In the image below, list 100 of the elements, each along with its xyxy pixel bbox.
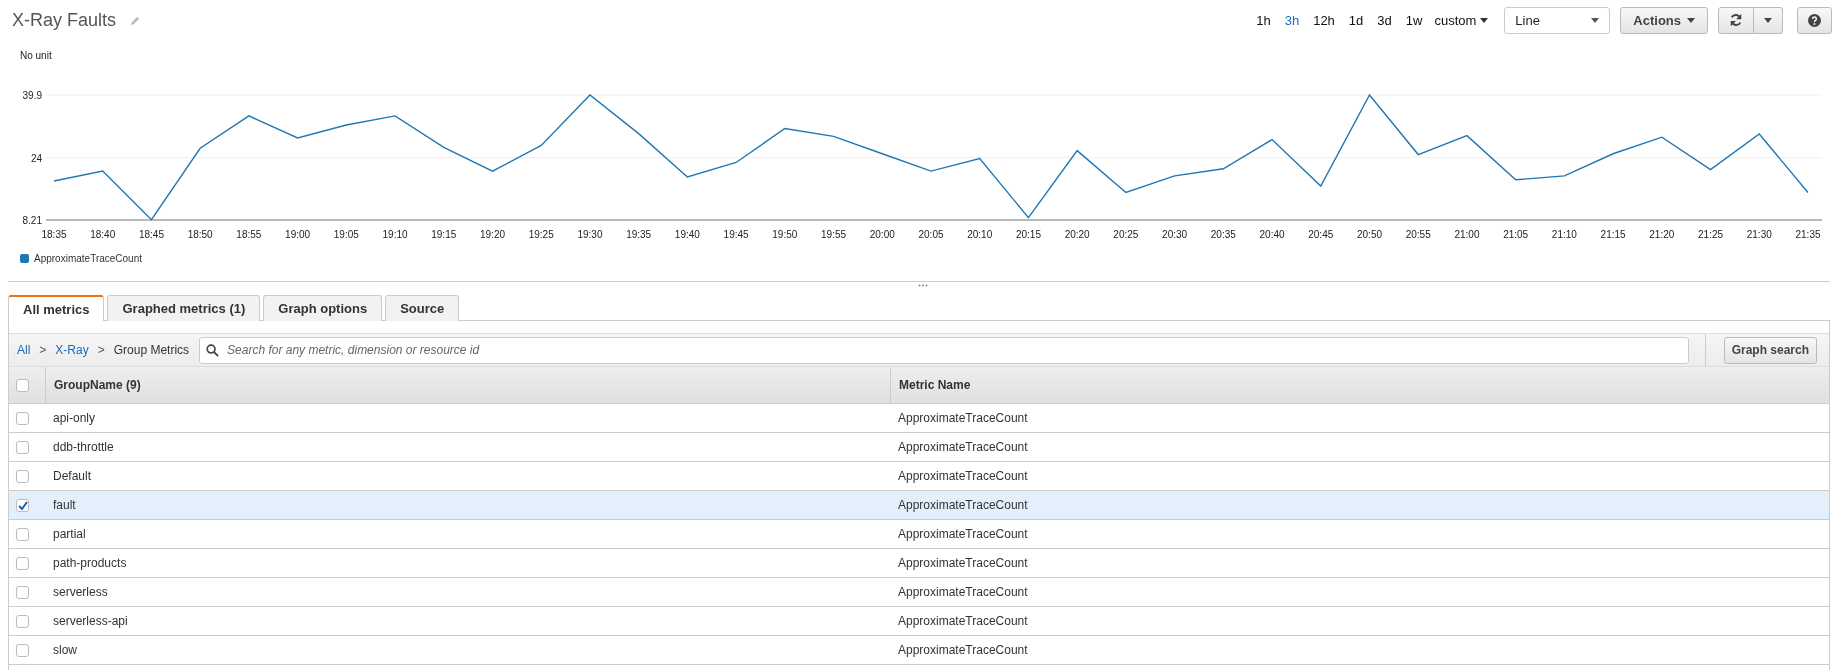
time-range-option[interactable]: 1d <box>1346 12 1366 28</box>
y-tick-label: 8.21 <box>22 215 42 226</box>
table-cell-text: api-only <box>52 411 97 425</box>
x-tick-label: 19:35 <box>626 229 652 240</box>
x-tick-label: 21:00 <box>1454 229 1480 240</box>
help-button[interactable] <box>1797 6 1832 34</box>
table-cell-text: ApproximateTraceCount <box>897 614 1029 628</box>
breadcrumb-separator: > <box>97 343 105 357</box>
table-cell-text: ApproximateTraceCount <box>897 556 1029 570</box>
caret-icon <box>1687 17 1695 23</box>
x-tick-label: 20:40 <box>1259 229 1285 240</box>
x-tick-label: 19:50 <box>772 229 798 240</box>
x-tick-label: 18:40 <box>90 229 116 240</box>
x-tick-label: 20:05 <box>918 229 944 240</box>
refresh-icon <box>1729 13 1743 27</box>
table-cell-text: fault <box>52 498 77 512</box>
table-cell-text: ApproximateTraceCount <box>897 643 1029 657</box>
x-tick-label: 21:35 <box>1795 229 1821 240</box>
help-icon <box>1808 13 1821 27</box>
table-cell-text: ApproximateTraceCount <box>897 498 1029 512</box>
row-checkbox[interactable] <box>16 469 29 483</box>
row-checkbox[interactable] <box>16 440 29 454</box>
x-tick-label: 19:10 <box>382 229 408 240</box>
column-header[interactable]: Metric Name <box>890 367 1829 403</box>
row-checkbox[interactable] <box>16 585 29 599</box>
x-tick-label: 19:45 <box>723 229 749 240</box>
breadcrumb-current: Group Metrics <box>113 343 190 357</box>
breadcrumb-separator: > <box>39 343 47 357</box>
row-checkbox[interactable] <box>16 411 29 425</box>
row-checkbox[interactable] <box>16 527 29 541</box>
time-range-option[interactable]: 1h <box>1254 12 1273 28</box>
column-header[interactable]: GroupName (9) <box>45 367 890 403</box>
x-tick-label: 19:25 <box>528 229 554 240</box>
table-cell-text: ddb-throttle <box>52 440 115 454</box>
row-checkbox[interactable] <box>16 643 29 657</box>
row-checkbox[interactable] <box>16 498 29 512</box>
actions-button[interactable]: Actions <box>1620 6 1708 34</box>
dashboard-title: X-Ray Faults <box>12 9 117 31</box>
graph-search-button[interactable]: Graph search <box>1723 336 1817 364</box>
y-tick-label: 24 <box>30 152 42 164</box>
tab[interactable]: Source <box>385 295 460 321</box>
x-tick-label: 20:10 <box>967 229 993 240</box>
unit-label: No unit <box>20 50 52 61</box>
x-tick-label: 20:25 <box>1113 229 1139 240</box>
tab[interactable]: All metrics <box>8 295 105 321</box>
custom-range-dropdown[interactable]: custom <box>1434 12 1489 28</box>
table-cell-text: ApproximateTraceCount <box>897 440 1029 454</box>
x-tick-label: 19:30 <box>577 229 603 240</box>
x-tick-label: 21:10 <box>1551 229 1577 240</box>
breadcrumb-link[interactable]: All <box>17 343 31 357</box>
time-range-option[interactable]: 3h <box>1282 12 1302 28</box>
row-checkbox[interactable] <box>16 614 29 628</box>
table-row[interactable]: fault ApproximateTraceCount <box>9 491 1829 520</box>
legend-label: ApproximateTraceCount <box>34 252 142 264</box>
row-checkbox[interactable] <box>16 556 29 570</box>
table-cell-text: ApproximateTraceCount <box>897 469 1029 483</box>
table-cell-text: Default <box>52 469 93 483</box>
resize-grip-icon[interactable] <box>918 284 928 287</box>
x-tick-label: 20:50 <box>1357 229 1382 240</box>
x-tick-label: 20:30 <box>1162 229 1188 240</box>
select-all-checkbox[interactable] <box>16 378 29 392</box>
x-tick-label: 18:35 <box>41 229 67 240</box>
table-cell-text: serverless-api <box>52 614 129 628</box>
time-range-option[interactable]: 3d <box>1375 12 1394 28</box>
time-range-option[interactable]: 12h <box>1311 12 1337 28</box>
tab[interactable]: Graph options <box>263 295 383 321</box>
view-type-select[interactable]: Line <box>1504 6 1611 34</box>
table-cell-text: partial <box>52 527 87 541</box>
table-cell-text: slow <box>52 643 78 657</box>
x-tick-label: 20:15 <box>1015 229 1041 240</box>
x-tick-label: 18:45 <box>138 229 164 240</box>
x-tick-label: 19:55 <box>821 229 847 240</box>
x-tick-label: 18:50 <box>187 229 213 240</box>
refresh-button[interactable] <box>1718 6 1754 34</box>
table-cell-text: serverless <box>52 585 109 599</box>
table-cell-text: ApproximateTraceCount <box>897 585 1029 599</box>
caret-icon <box>1591 17 1600 23</box>
x-tick-label: 21:30 <box>1746 229 1772 240</box>
table-cell-text: ApproximateTraceCount <box>897 411 1029 425</box>
x-tick-label: 20:35 <box>1210 229 1236 240</box>
caret-icon <box>1764 17 1772 23</box>
x-tick-label: 20:00 <box>869 229 895 240</box>
x-tick-label: 19:00 <box>285 229 311 240</box>
x-tick-label: 19:20 <box>480 229 505 240</box>
x-tick-label: 19:15 <box>431 229 457 240</box>
pencil-icon[interactable] <box>130 14 142 26</box>
refresh-options-button[interactable] <box>1754 6 1783 34</box>
y-tick-label: 39.9 <box>22 90 42 101</box>
search-box[interactable]: Search for any metric, dimension or resource id <box>199 336 1689 364</box>
table-cell-text: ApproximateTraceCount <box>897 527 1029 541</box>
x-tick-label: 19:05 <box>333 229 359 240</box>
x-tick-label: 20:20 <box>1064 229 1090 240</box>
tab[interactable]: Graphed metrics (1) <box>107 295 261 321</box>
breadcrumb-link[interactable]: X-Ray <box>55 343 89 357</box>
x-tick-label: 18:55 <box>236 229 262 240</box>
x-tick-label: 21:15 <box>1600 229 1626 240</box>
time-range-option[interactable]: 1w <box>1403 12 1425 28</box>
x-tick-label: 21:05 <box>1503 229 1529 240</box>
table-cell-text: path-products <box>52 556 128 570</box>
x-tick-label: 20:55 <box>1405 229 1431 240</box>
